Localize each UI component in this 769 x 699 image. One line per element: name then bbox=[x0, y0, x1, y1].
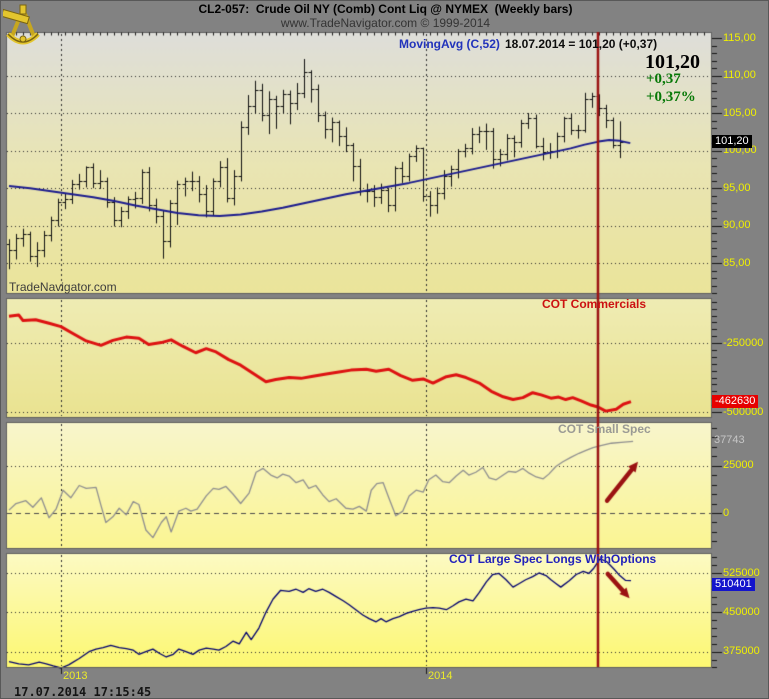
trade-navigator-window: CL2-057: Crude Oil NY (Comb) Cont Liq @ … bbox=[0, 0, 769, 699]
chart-canvas[interactable] bbox=[1, 1, 769, 699]
